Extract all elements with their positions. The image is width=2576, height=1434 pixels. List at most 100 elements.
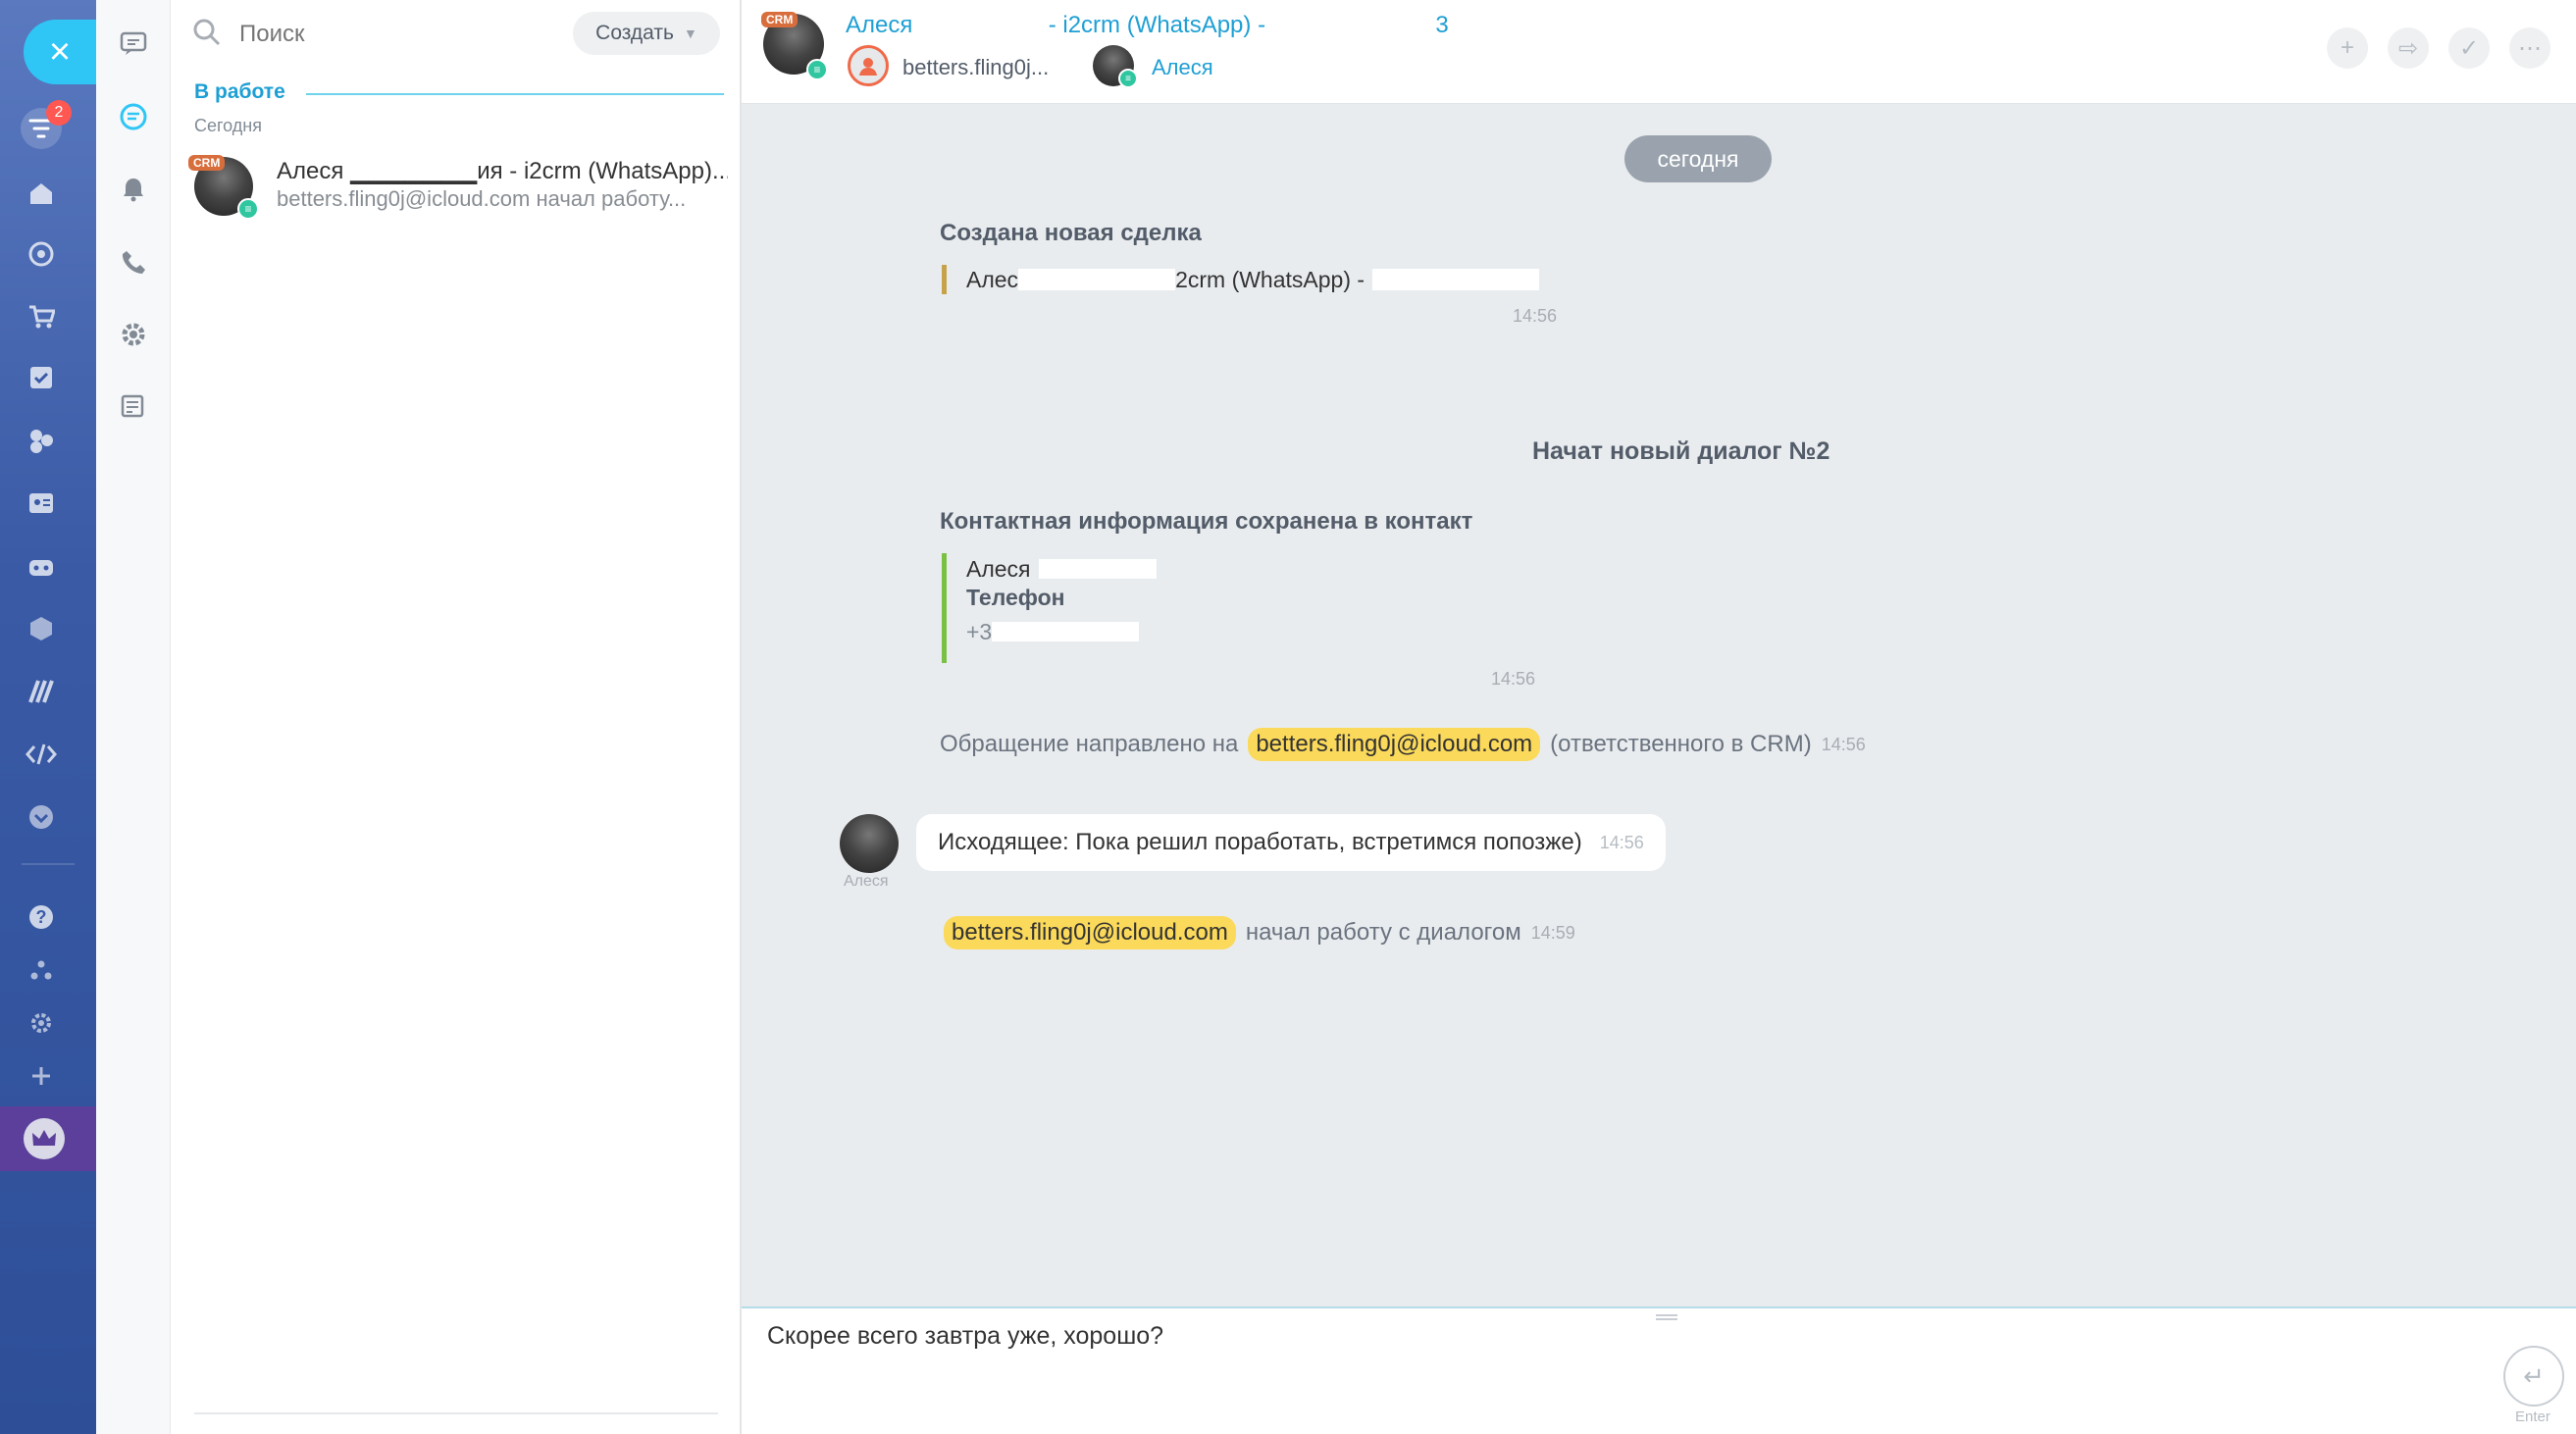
date-separator: сегодня — [1624, 135, 1772, 182]
tasks-icon[interactable] — [21, 357, 62, 398]
routed-message: Обращение направлено на betters.fling0j@… — [940, 728, 1866, 761]
started-time: 14:59 — [1530, 922, 1575, 943]
settings-icon[interactable] — [21, 1002, 62, 1044]
chat-item-preview: betters.fling0j@icloud.com начал работу.… — [277, 186, 687, 211]
routed-time: 14:56 — [1821, 734, 1866, 754]
routed-suffix: (ответственного в CRM) — [1550, 731, 1812, 757]
app-root: × 2 ? Создать▼ В р — [0, 0, 2576, 1434]
participant-avatar[interactable] — [848, 45, 889, 86]
structure-icon[interactable] — [21, 949, 62, 991]
code-icon[interactable] — [21, 734, 62, 775]
deal-quote-start: Алес — [966, 266, 1019, 292]
contact-phone-value: +3 — [966, 618, 993, 644]
message-list[interactable]: сегодня Создана новая сделка Алес 2crm (… — [742, 104, 2576, 1306]
target-icon[interactable] — [21, 233, 62, 275]
stripes-icon[interactable] — [21, 671, 62, 712]
contact-time: 14:56 — [1491, 669, 1536, 689]
author-name: Алеся — [844, 873, 889, 890]
enter-icon: ↵ — [2523, 1360, 2545, 1391]
outgoing-message-text: Исходящее: Пока решил поработать, встрет… — [938, 829, 1582, 855]
started-email-link[interactable]: betters.fling0j@icloud.com — [944, 916, 1236, 949]
robot-icon[interactable] — [21, 545, 62, 587]
redaction — [1038, 559, 1157, 579]
participant-2-name[interactable]: Алеся — [1152, 55, 1213, 80]
bell-icon[interactable] — [115, 171, 152, 208]
deal-created-title: Создана новая сделка — [940, 220, 1202, 246]
close-icon: × — [48, 30, 72, 73]
whatsapp-icon: ≡ — [1118, 69, 1138, 88]
message-composer: ↵ Enter — [742, 1306, 2576, 1434]
redaction — [1271, 15, 1429, 37]
author-avatar[interactable] — [840, 814, 899, 873]
deal-quote: Алес 2crm (WhatsApp) - — [942, 265, 1540, 294]
gear-icon[interactable] — [115, 316, 152, 353]
nav-divider — [22, 863, 75, 865]
chat-item-name: Алеся ▁▁▁▁▁▁▁ия - i2crm (WhatsApp)... — [277, 158, 728, 184]
box-icon[interactable] — [21, 608, 62, 649]
crown-icon[interactable] — [24, 1118, 65, 1159]
contacts-icon[interactable] — [21, 483, 62, 524]
contact-saved-title: Контактная информация сохранена в контак… — [940, 508, 1473, 535]
search-input[interactable] — [239, 14, 534, 55]
left-navigation: × 2 ? — [0, 0, 96, 1434]
contact-phone-label: Телефон — [966, 585, 1065, 610]
whatsapp-icon: ≡ — [806, 59, 828, 80]
redaction — [992, 622, 1140, 641]
contact-phone-row: +3 — [966, 616, 1157, 647]
notifications-badge: 2 — [46, 100, 72, 126]
check-circle-icon[interactable]: ✓ — [2448, 27, 2490, 69]
chat-bubble-icon[interactable] — [115, 26, 152, 63]
deal-quote-end: 2crm (WhatsApp) - — [1175, 266, 1365, 292]
messenger-icon-column — [96, 0, 171, 1434]
chat-area: CRM ≡ Алеся - i2crm (WhatsApp) - 3 bette… — [742, 0, 2576, 1434]
outgoing-message-bubble[interactable]: Исходящее: Пока решил поработать, встрет… — [916, 814, 1666, 871]
svg-text:?: ? — [36, 907, 47, 927]
send-hint: Enter — [2515, 1408, 2550, 1425]
section-divider — [306, 93, 724, 95]
more-icon[interactable]: ⋯ — [2509, 27, 2550, 69]
search-icon — [192, 18, 224, 49]
more-down-icon[interactable] — [21, 796, 62, 838]
send-button[interactable]: ↵ — [2503, 1346, 2564, 1407]
forward-icon[interactable]: ⇨ — [2388, 27, 2429, 69]
routed-prefix: Обращение направлено на — [940, 731, 1239, 757]
routed-email-link[interactable]: betters.fling0j@icloud.com — [1248, 728, 1541, 761]
filter-icon[interactable]: 2 — [21, 100, 72, 149]
phone-icon[interactable] — [115, 243, 152, 281]
contact-quote: Алеся Телефон +3 — [942, 553, 1157, 663]
list-divider — [194, 1412, 718, 1414]
redaction — [1372, 269, 1540, 290]
redaction — [1018, 269, 1176, 290]
message-input[interactable] — [767, 1322, 2435, 1351]
section-date: Сегодня — [194, 116, 262, 135]
section-title: В работе — [194, 80, 285, 103]
chat-list-item[interactable]: CRM ≡ Алеся ▁▁▁▁▁▁▁ия - i2crm (WhatsApp)… — [188, 147, 728, 224]
dialog-started-title: Начат новый диалог №2 — [1532, 437, 1830, 465]
cart-icon[interactable] — [21, 296, 62, 337]
home-icon[interactable] — [21, 173, 62, 214]
chat-list-panel: Создать ▼ В работе Сегодня CRM ≡ Алеся ▁▁… — [171, 0, 742, 1434]
list-edit-icon[interactable] — [115, 388, 152, 426]
chat-title[interactable]: Алеся - i2crm (WhatsApp) - 3 — [846, 12, 1449, 39]
redaction — [919, 15, 1043, 37]
crm-badge: CRM — [761, 12, 799, 27]
started-work-message: betters.fling0j@icloud.com начал работу … — [944, 916, 1575, 949]
create-button-label: Создать — [595, 22, 674, 44]
whatsapp-icon: ≡ — [237, 198, 259, 220]
create-button[interactable]: Создать ▼ — [573, 12, 720, 55]
chat-header: CRM ≡ Алеся - i2crm (WhatsApp) - 3 bette… — [742, 0, 2576, 104]
crm-badge: CRM — [188, 155, 226, 171]
add-icon[interactable] — [21, 1055, 62, 1097]
resize-handle[interactable] — [1656, 1314, 1677, 1320]
add-icon[interactable]: + — [2327, 27, 2368, 69]
chat-title-rest: - i2crm (WhatsApp) - — [1048, 12, 1266, 38]
started-suffix: начал работу с диалогом — [1245, 919, 1521, 946]
participant-1-name[interactable]: betters.fling0j... — [902, 55, 1049, 80]
open-lines-icon[interactable] — [115, 98, 152, 135]
chat-title-tail: 3 — [1435, 12, 1449, 38]
chat-title-name: Алеся — [846, 12, 913, 38]
groups-icon[interactable] — [21, 420, 62, 461]
close-button[interactable]: × — [24, 20, 96, 84]
chevron-down-icon: ▼ — [683, 26, 697, 41]
help-icon[interactable]: ? — [21, 896, 62, 938]
